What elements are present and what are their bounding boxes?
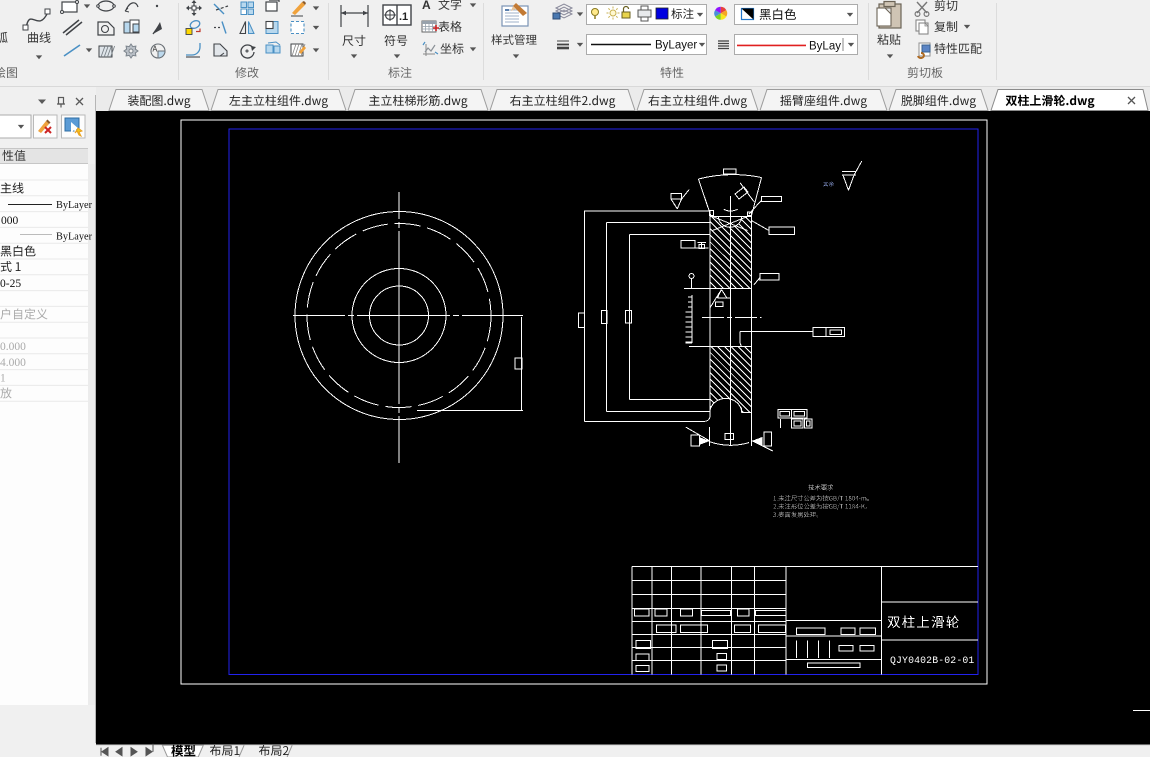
svg-text:4.000: 4.000 (0, 357, 26, 369)
svg-text:ByLayer: ByLayer (56, 232, 93, 243)
svg-text:.1: .1 (399, 11, 408, 23)
svg-text:1: 1 (0, 373, 6, 385)
svg-text:A: A (422, 0, 431, 12)
svg-text:ByLay: ByLay (809, 41, 841, 53)
svg-text:QJY0402B-02-01: QJY0402B-02-01 (890, 655, 974, 666)
svg-text:000: 000 (1, 215, 19, 227)
svg-text:ByLayer: ByLayer (56, 200, 93, 211)
svg-text:0-25: 0-25 (0, 278, 21, 290)
svg-text:0.000: 0.000 (0, 341, 26, 353)
svg-text:ByLayer: ByLayer (655, 40, 697, 52)
